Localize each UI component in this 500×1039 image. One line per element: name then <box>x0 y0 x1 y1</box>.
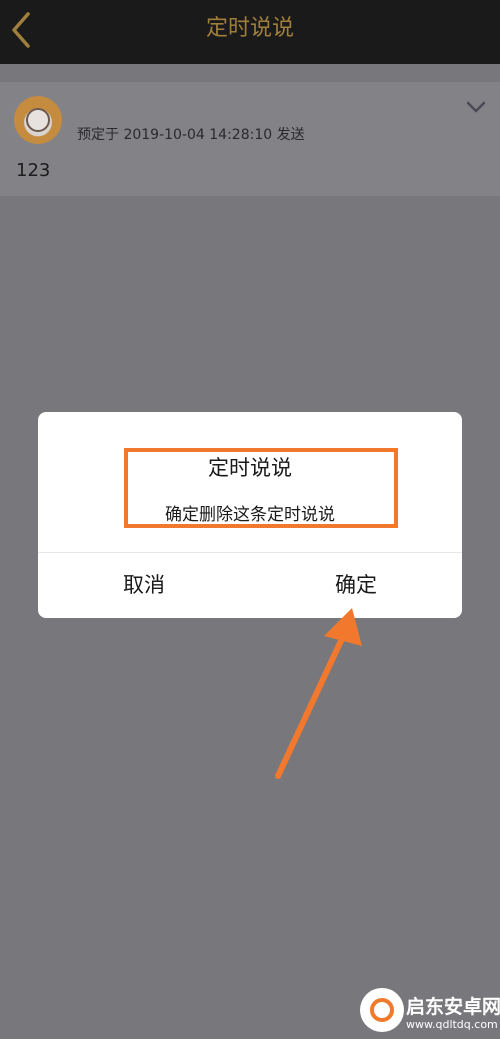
highlight-box <box>124 448 398 528</box>
delete-confirm-dialog: 定时说说 确定删除这条定时说说 取消 确定 <box>38 412 462 618</box>
avatar[interactable] <box>14 96 62 144</box>
cancel-button[interactable]: 取消 <box>38 553 250 617</box>
page-title: 定时说说 <box>205 16 294 41</box>
watermark-name: 启东安卓网 <box>406 996 500 1018</box>
post-content: 123 <box>16 160 51 181</box>
watermark-logo-icon <box>360 988 404 1032</box>
watermark-url: www.qdltdq.com <box>406 1018 498 1031</box>
scheduled-post-card: 预定于 2019-10-04 14:28:10 发送 123 <box>0 82 500 196</box>
watermark: 启东安卓网 www.qdltdq.com <box>360 978 500 1039</box>
arrow-annotation-icon <box>275 608 362 779</box>
chevron-down-icon[interactable] <box>465 100 487 114</box>
top-bar: 定时说说 <box>0 0 500 64</box>
schedule-time: 预定于 2019-10-04 14:28:10 发送 <box>77 127 305 143</box>
